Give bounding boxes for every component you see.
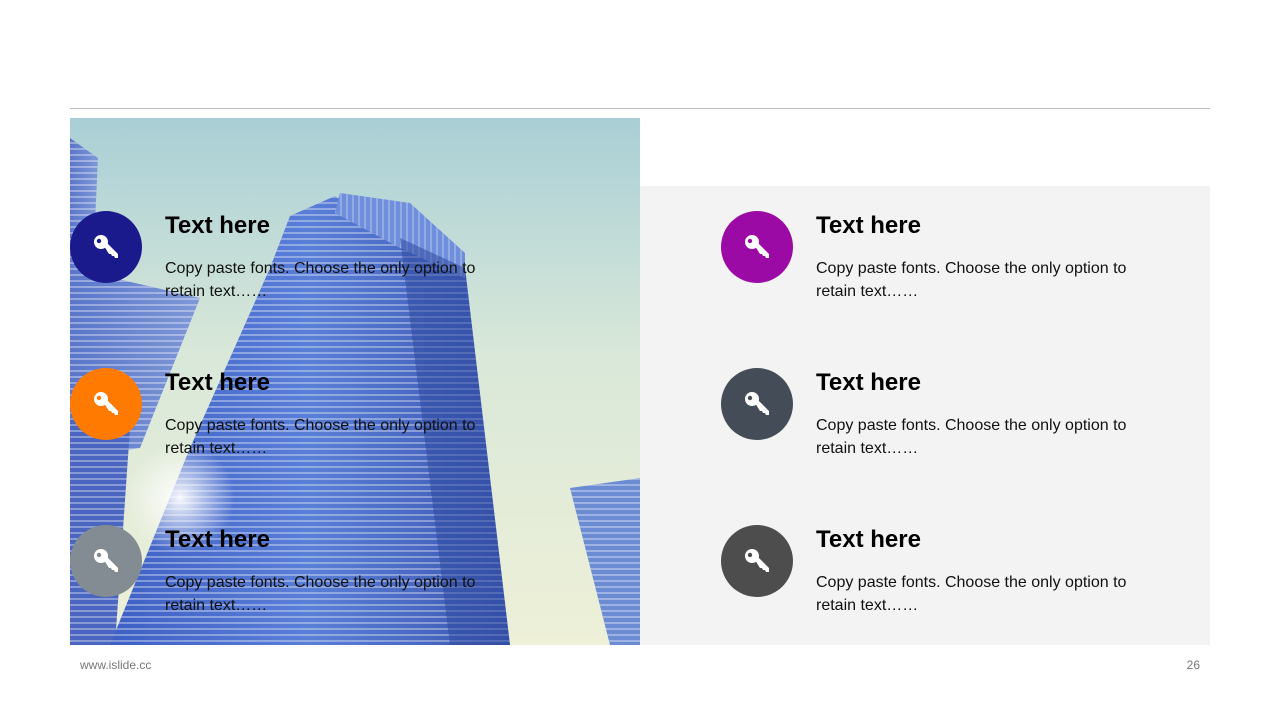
- page-number: 26: [1186, 658, 1200, 672]
- feature-item-5: Text here Copy paste fonts. Choose the o…: [721, 368, 1141, 478]
- top-divider: [70, 108, 1210, 109]
- key-icon: [94, 549, 118, 572]
- item-description: Copy paste fonts. Choose the only option…: [165, 417, 476, 457]
- item-icon-circle: [70, 525, 142, 597]
- item-title: Text here: [816, 369, 921, 396]
- item-description: Copy paste fonts. Choose the only option…: [165, 260, 476, 300]
- key-icon: [94, 235, 118, 258]
- item-icon-circle: [721, 368, 793, 440]
- item-icon-circle: [721, 525, 793, 597]
- item-title: Text here: [816, 212, 921, 239]
- item-icon-circle: [70, 211, 142, 283]
- item-icon-circle: [70, 368, 142, 440]
- key-icon: [94, 392, 118, 415]
- footer-url[interactable]: www.islide.cc: [80, 658, 151, 672]
- feature-item-3: Text here Copy paste fonts. Choose the o…: [70, 525, 490, 635]
- key-icon: [745, 235, 769, 258]
- key-icon: [745, 549, 769, 572]
- feature-item-1: Text here Copy paste fonts. Choose the o…: [70, 211, 490, 321]
- item-title: Text here: [165, 526, 270, 553]
- feature-item-6: Text here Copy paste fonts. Choose the o…: [721, 525, 1141, 635]
- item-description: Copy paste fonts. Choose the only option…: [165, 574, 476, 614]
- feature-item-2: Text here Copy paste fonts. Choose the o…: [70, 368, 490, 478]
- feature-item-4: Text here Copy paste fonts. Choose the o…: [721, 211, 1141, 321]
- item-title: Text here: [165, 369, 270, 396]
- item-description: Copy paste fonts. Choose the only option…: [816, 574, 1127, 614]
- key-icon: [745, 392, 769, 415]
- item-icon-circle: [721, 211, 793, 283]
- item-description: Copy paste fonts. Choose the only option…: [816, 260, 1127, 300]
- item-title: Text here: [816, 526, 921, 553]
- item-title: Text here: [165, 212, 270, 239]
- item-description: Copy paste fonts. Choose the only option…: [816, 417, 1127, 457]
